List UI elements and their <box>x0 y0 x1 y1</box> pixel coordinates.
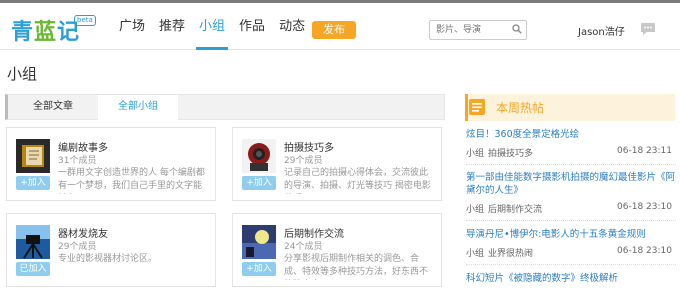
joined-button[interactable]: 已加入 <box>16 262 50 276</box>
group-members: 31个成员 <box>58 156 97 166</box>
group-label: 小组 <box>466 205 485 215</box>
group-members: 24个成员 <box>284 242 323 252</box>
search-icon[interactable] <box>512 24 522 34</box>
beta-badge: beta <box>74 15 96 26</box>
hot-post-group[interactable]: 拍摄技巧多 <box>488 146 533 159</box>
group-name[interactable]: 拍摄技巧多 <box>284 139 334 154</box>
divider <box>466 264 676 265</box>
group-avatar[interactable] <box>242 225 276 259</box>
group-name[interactable]: 器材发烧友 <box>58 225 108 240</box>
group-card[interactable]: 已加入 器材发烧友 29个成员 专业的影视器材讨论区。 <box>6 213 216 287</box>
message-icon[interactable] <box>640 22 656 36</box>
group-card[interactable]: +加入 拍摄技巧多 29个成员 记录自己的拍摄心得体会，交流彼此的导演、拍摄、灯… <box>232 127 442 201</box>
hot-post-meta: 小组 业界很热闹 06-18 23:10 <box>466 246 676 259</box>
group-card[interactable]: +加入 后期制作交流 24个成员 分享影视后期制作相关的调色、合成、特效等多种技… <box>232 213 442 287</box>
group-members: 29个成员 <box>284 156 323 166</box>
logo-char-1: 青 <box>11 20 35 45</box>
hot-post-time: 06-18 23:10 <box>617 202 672 212</box>
tab-bar: 全部文章 全部小组 <box>5 94 445 120</box>
hot-posts-title: 本周热帖 <box>496 101 545 115</box>
hot-post: 第一部由佳能数字摄影机拍摄的魔幻最佳影片《阿黛尔的人生》 小组 后期制作交流 0… <box>466 171 676 221</box>
join-button[interactable]: +加入 <box>16 176 50 190</box>
group-card[interactable]: +加入 编剧故事多 31个成员 一群用文字创造世界的人 每个编剧都有一个梦想，我… <box>6 127 216 201</box>
hot-post-title[interactable]: 导演丹尼•博伊尔:电影人的十五条黄金规则 <box>466 228 676 241</box>
group-name[interactable]: 编剧故事多 <box>58 139 108 154</box>
nav-item-works[interactable]: 作品 <box>232 3 272 50</box>
group-avatar[interactable] <box>16 225 50 259</box>
main-nav: 广场 推荐 小组 作品 动态 <box>112 3 312 50</box>
group-label: 小组 <box>466 249 485 259</box>
nav-item-activity[interactable]: 动态 <box>272 3 312 50</box>
nav-item-recommend[interactable]: 推荐 <box>152 3 192 50</box>
username-link[interactable]: Jason浩仔 <box>578 23 625 38</box>
hot-post: 科幻短片《被隐藏的数字》终极解析 <box>466 272 676 285</box>
hot-post-time: 06-18 23:11 <box>617 146 672 156</box>
hot-post: 炫目！360度全景定格光绘 小组 拍摄技巧多 06-18 23:11 <box>466 128 676 165</box>
group-avatar[interactable] <box>16 139 50 173</box>
hot-post-group[interactable]: 业界很热闹 <box>488 246 533 259</box>
group-description: 一群用文字创造世界的人 每个编剧都有一个梦想，我们自己手里的文字能够在 <box>58 168 205 191</box>
group-description: 专业的影视器材讨论区。 <box>58 254 158 264</box>
publish-button[interactable]: 发布 <box>312 21 356 39</box>
nav-item-square[interactable]: 广场 <box>112 3 152 50</box>
divider <box>466 164 676 165</box>
group-name[interactable]: 后期制作交流 <box>284 225 344 240</box>
logo-char-2: 蓝 <box>34 20 58 45</box>
group-description: 记录自己的拍摄心得体会，交流彼此的导演、拍摄、灯光等技巧 揭密电影幕后 <box>284 168 431 191</box>
tab-all-articles[interactable]: 全部文章 <box>8 95 98 119</box>
divider <box>466 220 676 221</box>
hot-post-title[interactable]: 科幻短片《被隐藏的数字》终极解析 <box>466 272 676 285</box>
hot-posts-icon <box>469 99 485 115</box>
join-button[interactable]: +加入 <box>242 176 276 190</box>
group-avatar[interactable] <box>242 139 276 173</box>
hot-post-time: 06-18 23:10 <box>617 246 672 256</box>
tab-all-groups[interactable]: 全部小组 <box>98 95 178 120</box>
group-label: 小组 <box>466 149 485 159</box>
hot-post-meta: 小组 拍摄技巧多 06-18 23:11 <box>466 146 676 159</box>
site-logo[interactable]: 青蓝记 <box>11 14 80 46</box>
nav-item-groups[interactable]: 小组 <box>192 3 232 50</box>
group-description: 分享影视后期制作相关的调色、合成、特效等多种技巧方法，好东西不能独自享 <box>284 254 429 277</box>
hot-post-title[interactable]: 第一部由佳能数字摄影机拍摄的魔幻最佳影片《阿黛尔的人生》 <box>466 171 676 197</box>
hot-post-title[interactable]: 炫目！360度全景定格光绘 <box>466 128 676 141</box>
top-bar: 青蓝记 beta 广场 推荐 小组 作品 动态 发布 Jason浩仔 <box>0 0 680 50</box>
hot-post: 导演丹尼•博伊尔:电影人的十五条黄金规则 小组 业界很热闹 06-18 23:1… <box>466 228 676 265</box>
group-members: 29个成员 <box>58 242 97 252</box>
hot-post-group[interactable]: 后期制作交流 <box>488 202 542 215</box>
page-title: 小组 <box>7 65 38 83</box>
hot-post-meta: 小组 后期制作交流 06-18 23:10 <box>466 202 676 215</box>
join-button[interactable]: +加入 <box>242 262 276 276</box>
